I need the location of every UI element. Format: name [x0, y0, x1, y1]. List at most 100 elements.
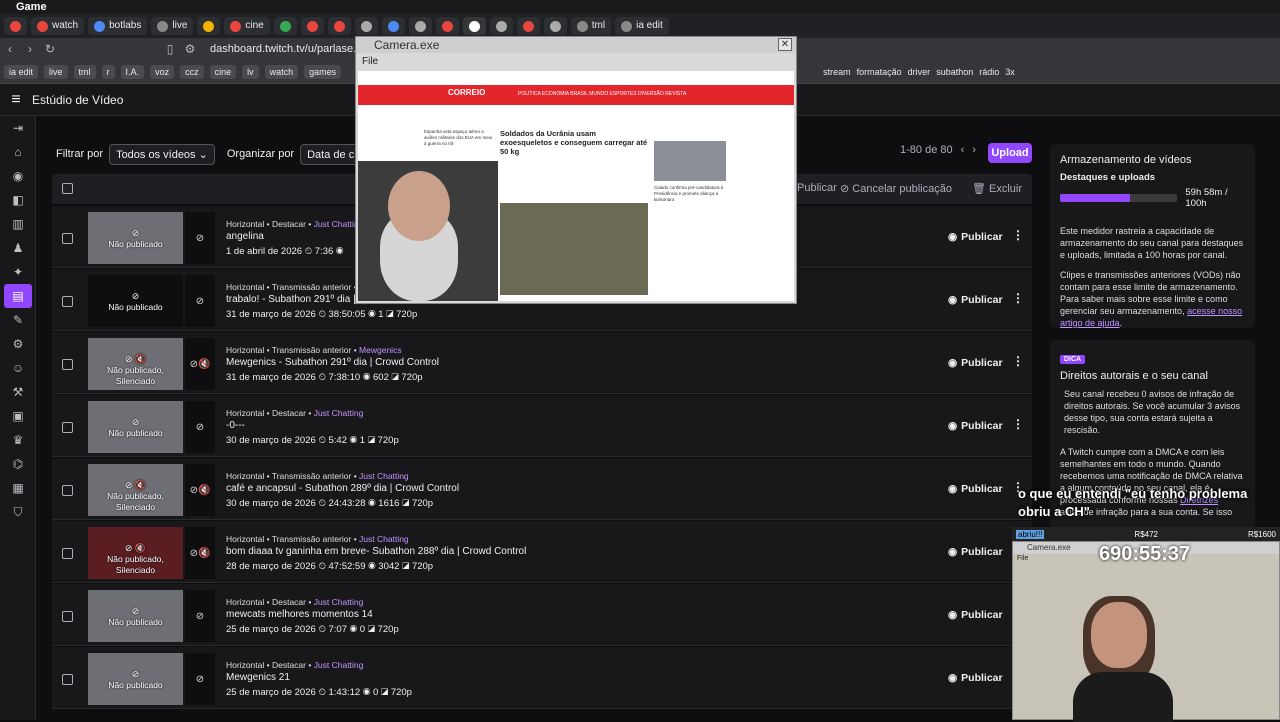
- bookmark-folder[interactable]: formatação: [857, 67, 902, 77]
- guide-icon[interactable]: ▦: [0, 476, 36, 500]
- creator-camp-icon[interactable]: ✎: [0, 308, 36, 332]
- row-checkbox[interactable]: [62, 674, 73, 685]
- video-title[interactable]: mewcats melhores momentos 14: [226, 609, 373, 620]
- content-icon[interactable]: ▤: [4, 284, 32, 308]
- monetization-icon[interactable]: ✦: [0, 260, 36, 284]
- publish-button[interactable]: ◉ Publicar: [940, 289, 1011, 311]
- browser-tab[interactable]: [435, 17, 459, 35]
- browser-tab[interactable]: watch: [31, 17, 85, 35]
- back-icon[interactable]: ‹: [0, 42, 20, 56]
- publish-button[interactable]: ◉ Publicar: [940, 226, 1011, 248]
- visibility-toggle[interactable]: ⊘: [185, 401, 215, 453]
- bookmark-folder[interactable]: stream: [823, 67, 851, 77]
- video-thumbnail[interactable]: ⊘ Não publicado: [88, 590, 183, 642]
- row-checkbox[interactable]: [62, 296, 73, 307]
- bookmark-item[interactable]: lv: [242, 64, 259, 79]
- more-options-icon[interactable]: ⋮: [1012, 228, 1024, 242]
- more-options-icon[interactable]: ⋮: [1012, 354, 1024, 368]
- collapse-icon[interactable]: ⇥: [0, 116, 36, 140]
- bookmark-item[interactable]: I.A.: [120, 64, 145, 79]
- video-thumbnail[interactable]: ⊘ 🔇 Não publicado, Silenciado: [88, 338, 183, 390]
- select-all-checkbox[interactable]: [62, 183, 73, 194]
- visibility-toggle[interactable]: ⊘: [185, 590, 215, 642]
- analytics-icon[interactable]: ▥: [0, 212, 36, 236]
- browser-tab[interactable]: [516, 17, 540, 35]
- browser-tab[interactable]: [197, 17, 221, 35]
- row-checkbox[interactable]: [62, 485, 73, 496]
- bulk-publish-button[interactable]: Publicar: [797, 182, 837, 194]
- publish-button[interactable]: ◉ Publicar: [940, 604, 1011, 626]
- video-title[interactable]: trabalo! - Subathon 291º dia | C: [226, 294, 366, 305]
- more-options-icon[interactable]: ⋮: [1012, 291, 1024, 305]
- bulk-cancel-publish-button[interactable]: ⊘ Cancelar publicação: [840, 182, 952, 195]
- row-checkbox[interactable]: [62, 548, 73, 559]
- video-row[interactable]: ⊘ 🔇 Não publicado, Silenciado ⊘🔇 Horizontal…: [52, 332, 1032, 394]
- video-category[interactable]: Mewgenics: [359, 345, 402, 355]
- video-title[interactable]: -0---: [226, 420, 245, 431]
- visibility-toggle[interactable]: ⊘: [185, 212, 215, 264]
- video-thumbnail[interactable]: ⊘ Não publicado: [88, 275, 183, 327]
- bookmark-item[interactable]: voz: [150, 64, 175, 79]
- forward-icon[interactable]: ›: [20, 42, 40, 56]
- video-row[interactable]: ⊘ Não publicado ⊘ Horizontal • Destacar • J…: [52, 395, 1032, 457]
- visibility-toggle[interactable]: ⊘: [185, 653, 215, 705]
- visibility-toggle[interactable]: ⊘🔇: [185, 338, 215, 390]
- browser-tab[interactable]: [4, 17, 27, 35]
- visibility-toggle[interactable]: ⊘🔇: [185, 527, 215, 579]
- bookmark-item[interactable]: r: [101, 64, 115, 79]
- bookmark-item[interactable]: cine: [209, 64, 237, 79]
- bookmark-folder[interactable]: 3x: [1005, 67, 1015, 77]
- tools-icon[interactable]: ⚒: [0, 380, 36, 404]
- creator-icon[interactable]: ⌬: [0, 452, 36, 476]
- camera-file-menu[interactable]: File: [362, 56, 378, 67]
- browser-tab[interactable]: cine: [224, 17, 270, 35]
- publish-button[interactable]: ◉ Publicar: [940, 415, 1011, 437]
- row-checkbox[interactable]: [62, 233, 73, 244]
- video-category[interactable]: Just Chatting: [359, 534, 409, 544]
- publish-button[interactable]: ◉ Publicar: [940, 541, 1011, 563]
- publish-button[interactable]: ◉ Publicar: [940, 667, 1011, 689]
- row-checkbox[interactable]: [62, 359, 73, 370]
- second-camera-file-menu[interactable]: File: [1017, 555, 1028, 562]
- video-title[interactable]: Mewgenics - Subathon 291º dia | Crowd Co…: [226, 357, 439, 368]
- broadcast-icon[interactable]: ◧: [0, 188, 36, 212]
- browser-tab[interactable]: [543, 17, 567, 35]
- video-category[interactable]: Just Chatting: [359, 471, 409, 481]
- bookmark-item[interactable]: ccz: [180, 64, 204, 79]
- video-category[interactable]: Just Chatting: [314, 408, 364, 418]
- browser-tab[interactable]: live: [151, 17, 194, 35]
- browser-tab[interactable]: [300, 17, 324, 35]
- filter-select[interactable]: Todos os vídeos ⌄: [109, 143, 215, 165]
- video-thumbnail[interactable]: ⊘ 🔇 Não publicado, Silenciado: [88, 464, 183, 516]
- video-thumbnail[interactable]: ⊘ Não publicado: [88, 401, 183, 453]
- next-page-icon[interactable]: ›: [972, 144, 976, 156]
- bookmark-folder[interactable]: rádio: [979, 67, 999, 77]
- bookmark-item[interactable]: watch: [264, 64, 299, 79]
- video-category[interactable]: Just Chatting: [314, 597, 364, 607]
- browser-tab[interactable]: [273, 17, 297, 35]
- bookmark-item[interactable]: live: [44, 64, 68, 79]
- bookmark-item[interactable]: ia edit: [4, 64, 39, 79]
- bookmark-folder[interactable]: subathon: [936, 67, 973, 77]
- video-thumbnail[interactable]: ⊘ Não publicado: [88, 653, 183, 705]
- browser-tab[interactable]: [354, 17, 378, 35]
- browser-tab[interactable]: [381, 17, 405, 35]
- community-icon[interactable]: ♟: [0, 236, 36, 260]
- video-thumbnail[interactable]: ⊘ 🔇 Não publicado, Silenciado: [88, 527, 183, 579]
- video-title[interactable]: café e ancapsul - Subathon 289º dia | Cr…: [226, 483, 459, 494]
- browser-tab[interactable]: [489, 17, 513, 35]
- stream-icon[interactable]: ◉: [0, 164, 36, 188]
- browser-tab[interactable]: [408, 17, 432, 35]
- more-options-icon[interactable]: ⋮: [1012, 417, 1024, 431]
- bookmark-item[interactable]: tml: [73, 64, 96, 79]
- publish-button[interactable]: ◉ Publicar: [940, 352, 1011, 374]
- bookmark-icon[interactable]: ▯: [160, 42, 180, 56]
- video-row[interactable]: ⊘ Não publicado ⊘ Horizontal • Destacar • J…: [52, 647, 1032, 709]
- settings-icon[interactable]: ⚙: [0, 332, 36, 356]
- video-category[interactable]: Just Chatting: [314, 660, 364, 670]
- bookmark-folder[interactable]: driver: [908, 67, 931, 77]
- browser-tab[interactable]: [462, 17, 486, 35]
- prev-page-icon[interactable]: ‹: [961, 144, 965, 156]
- close-icon[interactable]: ✕: [778, 38, 792, 51]
- upload-button[interactable]: Upload: [988, 143, 1032, 163]
